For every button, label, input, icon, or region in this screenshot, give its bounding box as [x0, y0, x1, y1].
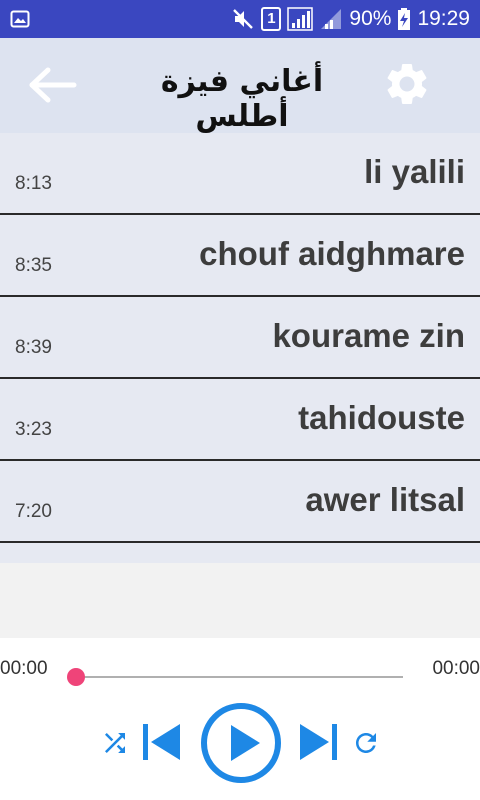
song-duration: 7:20: [15, 501, 52, 522]
song-title: awer litsal: [305, 481, 465, 518]
signal-icon: [287, 7, 314, 31]
song-row[interactable]: 3:23 tahidouste: [0, 379, 480, 461]
player-panel: 00:00 00:00: [0, 638, 480, 800]
song-row[interactable]: 8:39 kourame zin: [0, 297, 480, 379]
previous-icon[interactable]: [140, 720, 184, 764]
total-time: 00:00: [432, 658, 480, 679]
progress-thumb[interactable]: [67, 668, 85, 686]
song-title: chouf aidghmare: [199, 235, 465, 272]
song-duration: 8:39: [15, 337, 52, 358]
song-title: kourame zin: [272, 317, 465, 354]
battery-percent: 90%: [349, 7, 392, 30]
song-title: li yalili: [364, 153, 465, 190]
song-row-partial[interactable]: [0, 543, 480, 563]
next-icon[interactable]: [296, 720, 340, 764]
song-duration: 3:23: [15, 419, 52, 440]
gallery-icon: [10, 10, 30, 28]
song-list: 8:13 li yalili 8:35 chouf aidghmare 8:39…: [0, 133, 480, 543]
song-duration: 8:35: [15, 255, 52, 276]
shuffle-icon[interactable]: [100, 728, 130, 758]
gear-icon[interactable]: [382, 59, 432, 109]
mute-icon: [233, 9, 254, 29]
app-bar: أغاني فيزة أطلس: [0, 38, 480, 134]
sim-badge: 1: [261, 7, 282, 31]
app-title: أغاني فيزة أطلس: [160, 64, 324, 134]
song-row[interactable]: 8:13 li yalili: [0, 133, 480, 215]
clock: 19:29: [417, 7, 470, 30]
repeat-icon[interactable]: [351, 728, 381, 758]
battery-charging-icon: [398, 8, 411, 30]
song-title: tahidouste: [298, 399, 465, 436]
song-duration: 8:13: [15, 173, 52, 194]
current-time: 00:00: [0, 658, 48, 679]
signal-icon-2: [321, 9, 342, 29]
play-icon[interactable]: [199, 701, 283, 785]
progress-track[interactable]: [75, 676, 403, 678]
back-arrow-icon[interactable]: [26, 66, 78, 104]
status-bar: 1 90% 19:29: [0, 0, 480, 38]
song-row[interactable]: 7:20 awer litsal: [0, 461, 480, 543]
song-row[interactable]: 8:35 chouf aidghmare: [0, 215, 480, 297]
